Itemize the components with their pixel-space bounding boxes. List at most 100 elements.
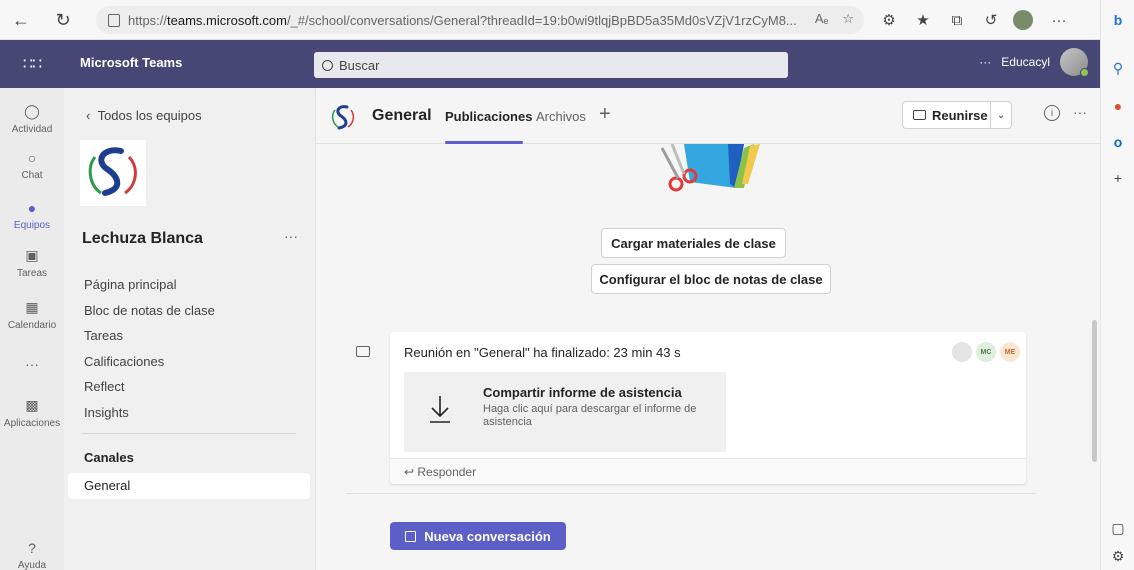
attachment-title: Compartir informe de asistencia — [483, 385, 682, 400]
url-prefix: https:// — [128, 12, 168, 28]
participants: MC ME — [952, 342, 1020, 362]
rail-label: Aplicaciones — [3, 417, 61, 429]
user-avatar[interactable] — [1060, 48, 1089, 77]
tab-posts[interactable]: Publicaciones — [445, 109, 532, 124]
assignments-icon: ▣ — [25, 247, 39, 263]
reply-label: Responder — [417, 465, 477, 479]
search-icon — [322, 59, 333, 71]
channels-heading: Canales — [84, 450, 134, 465]
meeting-post: Reunión en "General" ha finalizado: 23 m… — [390, 332, 1026, 484]
new-conversation-button[interactable]: Nueva conversación — [390, 522, 566, 550]
favorites-icon[interactable]: ★ — [912, 9, 934, 31]
info-icon[interactable]: i — [1044, 105, 1060, 121]
url-host: teams.microsoft.com — [167, 12, 287, 28]
participant-avatar[interactable] — [952, 342, 972, 362]
help-icon: ? — [28, 539, 36, 556]
meet-label-wrap[interactable]: Reunirse — [903, 108, 990, 123]
rail-item-apps[interactable]: ▩ Aplicaciones — [0, 386, 64, 438]
setup-notebook-button[interactable]: Configurar el bloc de notas de clase — [591, 264, 831, 294]
search-placeholder: Buscar — [339, 57, 380, 73]
team-nav: Página principal Bloc de notas de clase … — [84, 272, 215, 425]
post-title: Reunión en "General" ha finalizado: 23 m… — [404, 345, 681, 360]
add-sidebar-icon[interactable]: + — [1108, 168, 1128, 188]
rail-item-assignments[interactable]: ▣ Tareas — [0, 236, 64, 288]
bing-icon[interactable]: b — [1108, 10, 1128, 30]
channel-logo-icon — [331, 105, 355, 130]
favorite-star-icon[interactable]: ☆ — [842, 11, 854, 27]
browser-toolbar: ← ↻ https:// teams.microsoft.com /_#/sch… — [0, 0, 1100, 40]
upload-materials-button[interactable]: Cargar materiales de clase — [601, 228, 786, 258]
history-icon[interactable]: ↺ — [980, 9, 1002, 31]
team-nav-notebook[interactable]: Bloc de notas de clase — [84, 298, 215, 324]
lock-icon — [108, 13, 120, 27]
team-nav-home[interactable]: Página principal — [84, 272, 215, 298]
add-tab-icon[interactable]: + — [599, 103, 611, 126]
participant-avatar[interactable]: MC — [976, 342, 996, 362]
search-sidebar-icon[interactable]: ⚲ — [1108, 58, 1128, 78]
rail-item-more[interactable]: ··· — [0, 338, 64, 390]
back-to-all-teams[interactable]: ‹ Todos los equipos — [86, 108, 202, 123]
team-nav-grades[interactable]: Calificaciones — [84, 349, 215, 375]
chevron-down-icon[interactable]: ⌄ — [991, 110, 1011, 121]
app-name: Microsoft Teams — [80, 55, 183, 70]
office-icon[interactable]: ● — [1108, 96, 1128, 116]
teams-icon: ● — [27, 199, 37, 216]
reload-icon[interactable]: ↻ — [48, 5, 78, 35]
meet-button[interactable]: Reunirse ⌄ — [902, 101, 1012, 129]
rail-item-chat[interactable]: ○ Chat — [0, 138, 64, 190]
rail-item-help[interactable]: ? Ayuda — [0, 528, 64, 570]
team-logo-image — [88, 147, 137, 196]
bell-icon: ◯ — [24, 103, 40, 119]
profile-avatar[interactable] — [1012, 9, 1034, 31]
header-right: ··· Educacyl — [979, 48, 1089, 77]
header-more-icon[interactable]: ··· — [979, 55, 991, 69]
team-more-icon[interactable]: ··· — [284, 228, 298, 244]
sidebar-settings-icon[interactable]: ⚙ — [1108, 546, 1128, 566]
app-rail: ◯ Actividad ○ Chat ● Equipos ▣ Tareas ▦ … — [0, 88, 64, 570]
attendance-report-card[interactable]: Compartir informe de asistencia Haga cli… — [404, 372, 726, 452]
read-aloud-icon[interactable]: Aₑ — [815, 11, 829, 27]
download-icon — [430, 396, 450, 423]
active-tab-indicator — [445, 141, 523, 144]
presence-available-icon — [1080, 68, 1089, 77]
video-camera-icon — [913, 110, 926, 120]
channel-item-general[interactable]: General — [68, 473, 310, 499]
app-launcher-icon[interactable]: ∷∷ — [0, 40, 64, 88]
team-nav-reflect[interactable]: Reflect — [84, 374, 215, 400]
team-nav-insights[interactable]: Insights — [84, 400, 215, 426]
class-materials-illustration — [660, 144, 760, 192]
browser-sidebar: b ⚲ ● o + ▢ ⚙ — [1100, 0, 1134, 570]
attachment-description: Haga clic aquí para descargar el informe… — [483, 403, 697, 428]
org-name: Educacyl — [1001, 55, 1050, 69]
participant-avatar[interactable]: ME — [1000, 342, 1020, 362]
rail-label: Chat — [21, 169, 43, 181]
feed-divider — [346, 493, 1036, 494]
teams-header: ∷∷ Microsoft Teams Buscar ··· Educacyl — [0, 40, 1100, 88]
address-bar[interactable]: https:// teams.microsoft.com /_#/school/… — [96, 6, 864, 34]
sidebar-toggle-icon[interactable]: ▢ — [1108, 518, 1128, 538]
reply-button[interactable]: ↩ Responder — [404, 465, 476, 479]
rail-item-activity[interactable]: ◯ Actividad — [0, 92, 64, 144]
back-arrow-icon[interactable]: ← — [6, 5, 36, 35]
channel-title: General — [372, 107, 432, 124]
rail-item-calendar[interactable]: ▦ Calendario — [0, 288, 64, 340]
url-path: /_#/school/conversations/General?threadI… — [286, 12, 797, 28]
rail-item-teams[interactable]: ● Equipos — [0, 188, 64, 240]
outlook-icon[interactable]: o — [1108, 132, 1128, 152]
channel-more-icon[interactable]: ··· — [1073, 104, 1087, 120]
reply-bar[interactable]: ↩ Responder — [390, 458, 1026, 484]
collections-icon[interactable]: ⧉ — [946, 9, 968, 31]
meet-label: Reunirse — [932, 107, 988, 123]
team-nav-assignments[interactable]: Tareas — [84, 323, 215, 349]
extensions-icon[interactable]: ⚙ — [878, 9, 900, 31]
back-label: Todos los equipos — [97, 108, 202, 123]
compose-icon — [405, 530, 417, 542]
browser-more-icon[interactable]: ··· — [1048, 9, 1070, 31]
rail-label: Equipos — [13, 219, 51, 231]
search-input[interactable]: Buscar — [314, 52, 788, 78]
divider — [82, 433, 296, 434]
apps-icon: ▩ — [25, 397, 39, 413]
tab-files[interactable]: Archivos — [536, 109, 586, 124]
new-conversation-label: Nueva conversación — [424, 528, 551, 544]
feed-scrollbar[interactable] — [1092, 320, 1097, 462]
